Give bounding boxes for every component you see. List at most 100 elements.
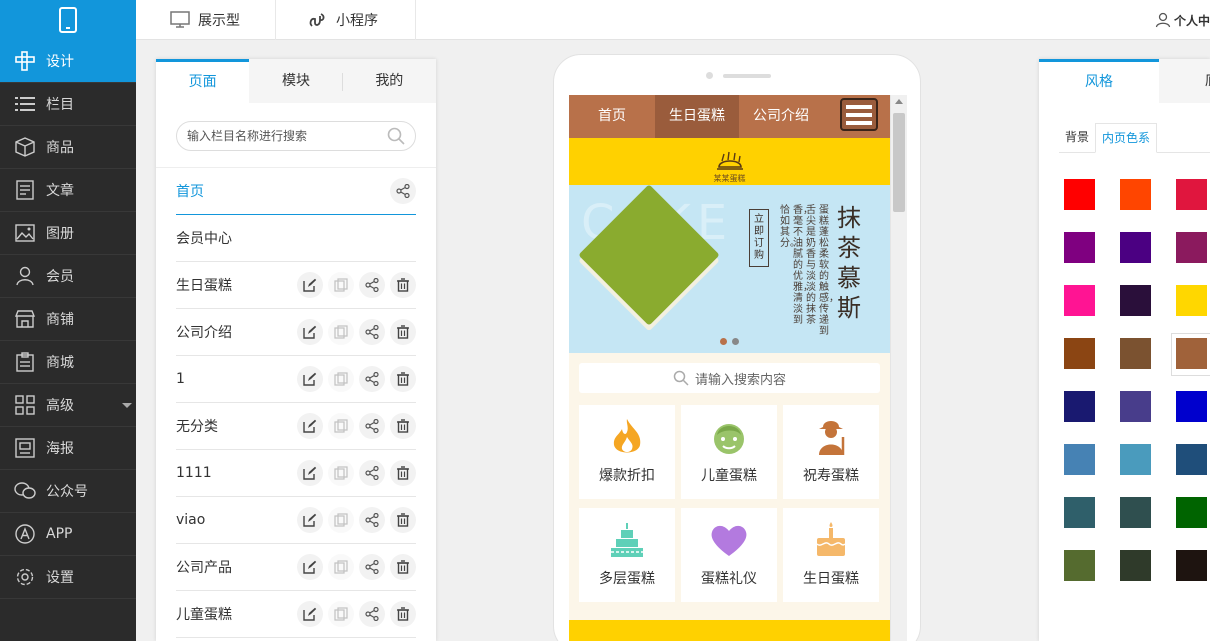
color-swatch[interactable] xyxy=(1064,391,1095,422)
color-swatch[interactable] xyxy=(1171,333,1210,376)
color-swatch[interactable] xyxy=(1120,285,1151,316)
order-now-button[interactable]: 立即订购 xyxy=(749,209,769,267)
tab-pages[interactable]: 页面 xyxy=(156,59,250,103)
color-swatch[interactable] xyxy=(1176,444,1207,475)
color-swatch[interactable] xyxy=(1064,179,1095,210)
sidebar-item-settings[interactable]: 设置 xyxy=(0,556,136,599)
page-row[interactable]: 儿童蛋糕 xyxy=(176,591,416,638)
hamburger-menu-icon[interactable] xyxy=(840,98,878,131)
mobile-nav-about[interactable]: 公司介绍 xyxy=(739,95,823,138)
page-row[interactable]: 1111 xyxy=(176,450,416,497)
sidebar-item-poster[interactable]: 海报 xyxy=(0,427,136,470)
share-icon[interactable] xyxy=(359,319,385,345)
edit-icon[interactable] xyxy=(297,601,323,627)
color-swatch[interactable] xyxy=(1176,285,1207,316)
tab-mine[interactable]: 我的 xyxy=(343,59,436,103)
color-swatch[interactable] xyxy=(1120,444,1151,475)
copy-icon[interactable] xyxy=(328,413,354,439)
page-row[interactable]: 公司介绍 xyxy=(176,309,416,356)
sidebar-item-products[interactable]: 商品 xyxy=(0,126,136,169)
mobile-nav-home[interactable]: 首页 xyxy=(569,95,655,138)
tab-mini-program[interactable]: 小程序 xyxy=(276,0,416,40)
page-row[interactable]: 首页 xyxy=(176,168,416,215)
page-row[interactable]: viao xyxy=(176,497,416,544)
trash-icon[interactable] xyxy=(390,507,416,533)
share-icon[interactable] xyxy=(359,460,385,486)
color-swatch[interactable] xyxy=(1120,232,1151,263)
page-row[interactable]: 1 xyxy=(176,356,416,403)
scrollbar-thumb[interactable] xyxy=(893,113,905,212)
color-swatch[interactable] xyxy=(1064,285,1095,316)
copy-icon[interactable] xyxy=(328,272,354,298)
page-row[interactable]: 生日蛋糕 xyxy=(176,262,416,309)
category-kids-cake[interactable]: 儿童蛋糕 xyxy=(681,405,777,499)
color-swatch[interactable] xyxy=(1120,550,1151,581)
edit-icon[interactable] xyxy=(297,319,323,345)
share-icon[interactable] xyxy=(359,366,385,392)
subtab-background[interactable]: 背景 xyxy=(1059,123,1095,152)
category-hot-discount[interactable]: 爆款折扣 xyxy=(579,405,675,499)
share-icon[interactable] xyxy=(359,413,385,439)
share-icon[interactable] xyxy=(390,178,416,204)
color-swatch[interactable] xyxy=(1176,232,1207,263)
page-row[interactable]: 无分类 xyxy=(176,403,416,450)
trash-icon[interactable] xyxy=(390,319,416,345)
sidebar-item-articles[interactable]: 文章 xyxy=(0,169,136,212)
color-swatch[interactable] xyxy=(1120,179,1151,210)
color-swatch[interactable] xyxy=(1064,550,1095,581)
color-swatch[interactable] xyxy=(1064,338,1095,369)
share-icon[interactable] xyxy=(359,507,385,533)
copy-icon[interactable] xyxy=(328,507,354,533)
category-cake-etiquette[interactable]: 蛋糕礼仪 xyxy=(681,508,777,602)
preview-scrollbar[interactable] xyxy=(890,95,907,641)
edit-icon[interactable] xyxy=(297,507,323,533)
edit-icon[interactable] xyxy=(297,554,323,580)
color-swatch[interactable] xyxy=(1176,550,1207,581)
trash-icon[interactable] xyxy=(390,601,416,627)
sidebar-item-app[interactable]: APP xyxy=(0,513,136,556)
copy-icon[interactable] xyxy=(328,460,354,486)
edit-icon[interactable] xyxy=(297,272,323,298)
search-icon[interactable] xyxy=(387,127,405,149)
mobile-nav-birthday-cake[interactable]: 生日蛋糕 xyxy=(655,95,739,138)
color-swatch[interactable] xyxy=(1176,391,1207,422)
share-icon[interactable] xyxy=(359,554,385,580)
color-swatch[interactable] xyxy=(1176,179,1207,210)
sidebar-item-members[interactable]: 会员 xyxy=(0,255,136,298)
sidebar-item-album[interactable]: 图册 xyxy=(0,212,136,255)
color-swatch[interactable] xyxy=(1176,497,1207,528)
copy-icon[interactable] xyxy=(328,601,354,627)
category-longevity-cake[interactable]: 祝寿蛋糕 xyxy=(783,405,879,499)
color-swatch[interactable] xyxy=(1120,338,1151,369)
sidebar-item-advanced[interactable]: 高级 xyxy=(0,384,136,427)
tab-style[interactable]: 风格 xyxy=(1039,59,1159,103)
trash-icon[interactable] xyxy=(390,413,416,439)
sidebar-item-mall[interactable]: 商城 xyxy=(0,341,136,384)
color-swatch[interactable] xyxy=(1064,497,1095,528)
trash-icon[interactable] xyxy=(390,554,416,580)
category-tiered-cake[interactable]: 多层蛋糕 xyxy=(579,508,675,602)
sidebar-item-columns[interactable]: 栏目 xyxy=(0,83,136,126)
mobile-banner[interactable]: CAKE 立即订购 蛋糕蓬松柔软的触感，传递到 舌尖是奶香与淡淡的抹茶 香，毫不… xyxy=(569,185,890,353)
tab-showcase[interactable]: 展示型 xyxy=(136,0,276,40)
copy-icon[interactable] xyxy=(328,554,354,580)
copy-icon[interactable] xyxy=(328,319,354,345)
mobile-search-box[interactable]: 请输入搜索内容 xyxy=(579,363,880,393)
page-row[interactable]: 会员中心 xyxy=(176,215,416,262)
color-swatch[interactable] xyxy=(1120,497,1151,528)
page-search-input[interactable] xyxy=(177,122,377,150)
banner-dot[interactable] xyxy=(720,338,727,345)
color-swatch[interactable] xyxy=(1064,444,1095,475)
copy-icon[interactable] xyxy=(328,366,354,392)
subtab-inner-color[interactable]: 内页色系 xyxy=(1095,123,1158,153)
mobile-logo-button[interactable] xyxy=(0,0,136,40)
sidebar-item-shop[interactable]: 商铺 xyxy=(0,298,136,341)
color-swatch[interactable] xyxy=(1120,391,1151,422)
sidebar-item-design[interactable]: 设计 xyxy=(0,40,136,83)
page-row[interactable]: 公司产品 xyxy=(176,544,416,591)
trash-icon[interactable] xyxy=(390,272,416,298)
tab-modules[interactable]: 模块 xyxy=(249,59,343,103)
banner-dot[interactable] xyxy=(732,338,739,345)
edit-icon[interactable] xyxy=(297,460,323,486)
trash-icon[interactable] xyxy=(390,460,416,486)
